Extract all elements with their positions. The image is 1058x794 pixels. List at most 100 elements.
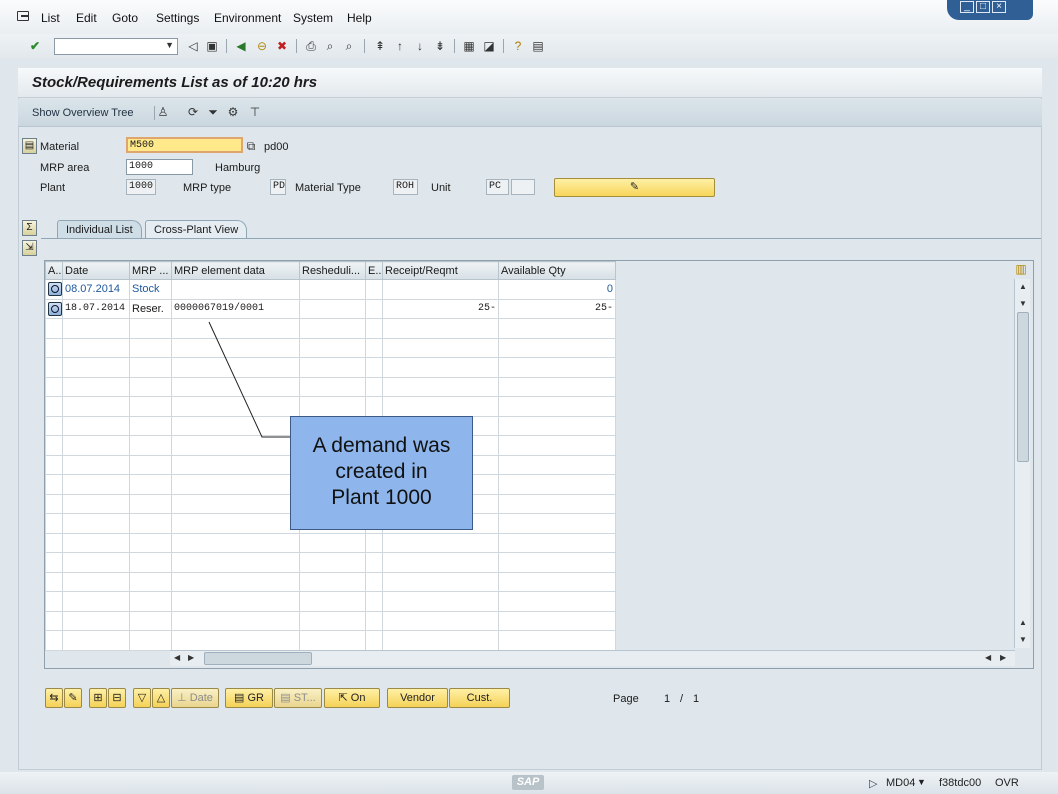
sort-descending-button[interactable]: ▽ — [133, 688, 151, 708]
menu-system[interactable]: System — [293, 11, 333, 25]
exit-icon[interactable]: ⊖ — [255, 39, 269, 53]
menu-help[interactable]: Help — [347, 11, 372, 25]
find-next-icon[interactable]: ⌕ — [342, 39, 356, 53]
scroll-left-icon[interactable]: ◀ — [985, 653, 991, 662]
empty-cell — [365, 552, 383, 573]
horizontal-scrollbar[interactable]: ◀ ▶ ◀ ▶ — [170, 650, 1015, 666]
cancel-icon[interactable]: ✖ — [275, 39, 289, 53]
plant-label: Plant — [40, 182, 66, 194]
toolbar-separator — [364, 39, 365, 53]
shortcut-icon[interactable]: ◪ — [482, 39, 496, 53]
tab-cross-plant-view[interactable]: Cross-Plant View — [145, 220, 248, 239]
scroll-right-icon[interactable]: ▶ — [188, 653, 194, 662]
material-input[interactable]: M500 — [126, 137, 243, 153]
previous-page-icon[interactable]: ↑ — [393, 39, 407, 53]
col-header-receipt-reqmt[interactable]: Receipt/Reqmt — [382, 261, 499, 280]
filter-icon[interactable]: ⏷ — [206, 105, 220, 119]
settings-icon[interactable]: ⚙ — [226, 105, 240, 119]
system-menu-icon[interactable] — [17, 11, 29, 21]
on-button-label: On — [350, 692, 366, 704]
back-icon[interactable]: ◀ — [234, 39, 248, 53]
horizontal-scroll-thumb[interactable] — [204, 652, 312, 665]
vendor-button[interactable]: Vendor — [387, 688, 448, 708]
gr-button[interactable]: ▤ GR — [225, 688, 273, 708]
empty-cell — [45, 571, 63, 592]
first-page-icon[interactable]: ⇞ — [373, 39, 387, 53]
detail-cell[interactable] — [45, 298, 63, 319]
collapse-button[interactable]: ⊟ — [108, 688, 126, 708]
element-data-cell: 0000067019/0001 — [171, 298, 300, 319]
collapse-arrow-icon[interactable]: ◁ — [186, 39, 200, 53]
edit-element-button[interactable]: ✎ — [64, 688, 82, 708]
transaction-dropdown-icon[interactable]: ▼ — [917, 777, 926, 787]
col-header-available-qty[interactable]: Available Qty — [498, 261, 616, 280]
minimize-icon[interactable]: _ — [960, 1, 974, 13]
empty-cell — [62, 337, 130, 358]
menu-list[interactable]: List — [41, 11, 60, 25]
last-page-icon[interactable]: ⇟ — [433, 39, 447, 53]
menu-settings[interactable]: Settings — [156, 11, 199, 25]
empty-cell — [299, 610, 366, 631]
date-button[interactable]: ⊥ Date — [171, 688, 219, 708]
scroll-up-icon[interactable]: ▲ — [1019, 282, 1027, 291]
find-icon[interactable]: ⌕ — [323, 39, 337, 53]
export-icon[interactable]: ⇲ — [22, 240, 37, 256]
empty-cell — [498, 532, 616, 553]
menu-goto[interactable]: Goto — [112, 11, 138, 25]
empty-cell — [45, 318, 63, 339]
refresh-icon[interactable]: ⟳ — [186, 105, 200, 119]
col-header-rescheduling[interactable]: Resheduli... — [299, 261, 366, 280]
vertical-scrollbar[interactable]: ▲ ▼ ▲ ▼ — [1014, 279, 1030, 648]
customer-button[interactable]: Cust. — [449, 688, 510, 708]
mrp-area-input[interactable]: 1000 — [126, 159, 193, 175]
close-window-icon[interactable]: × — [992, 1, 1006, 13]
user-icon[interactable]: ♙ — [156, 105, 170, 119]
new-session-icon[interactable]: ▦ — [462, 39, 476, 53]
scroll-up-icon[interactable]: ▲ — [1019, 618, 1027, 627]
table-row[interactable]: 18.07.2014 Reser. 0000067019/0001 25- 25… — [45, 298, 616, 319]
col-header-mrp[interactable]: MRP ... — [129, 261, 172, 280]
next-page-icon[interactable]: ↓ — [413, 39, 427, 53]
tab-individual-list[interactable]: Individual List — [57, 220, 142, 239]
col-header-mrp-element-data[interactable]: MRP element data — [171, 261, 300, 280]
table-row[interactable]: 08.07.2014 Stock 0 — [45, 279, 616, 300]
vertical-scroll-thumb[interactable] — [1017, 312, 1029, 462]
empty-row — [45, 396, 616, 417]
mrp-type-field: PD — [270, 179, 286, 195]
menu-edit[interactable]: Edit — [76, 11, 97, 25]
command-field[interactable] — [54, 38, 178, 55]
copy-icon[interactable]: ⧉ — [244, 139, 258, 153]
empty-cell — [129, 415, 172, 436]
layout-menu-icon[interactable]: ▤ — [531, 39, 545, 53]
col-header-a[interactable]: A.. — [45, 261, 63, 280]
input-mode[interactable]: OVR — [995, 777, 1019, 789]
detail-cell[interactable] — [45, 279, 63, 300]
expand-button[interactable]: ⊞ — [89, 688, 107, 708]
on-button[interactable]: ⇱ On — [324, 688, 380, 708]
details-icon[interactable] — [48, 301, 62, 316]
st-button[interactable]: ▤ ST... — [274, 688, 322, 708]
help-icon[interactable]: ? — [511, 39, 525, 53]
edit-button[interactable]: ✎ — [554, 178, 715, 197]
layout-icon[interactable]: ⊤ — [248, 105, 262, 119]
show-overview-tree-button[interactable]: Show Overview Tree — [32, 107, 133, 119]
scroll-left-icon[interactable]: ◀ — [174, 653, 180, 662]
select-all-button[interactable]: ⇆ — [45, 688, 63, 708]
print-icon[interactable]: ⎙ — [304, 39, 318, 53]
scroll-right-icon[interactable]: ▶ — [1000, 653, 1006, 662]
sort-ascending-button[interactable]: △ — [152, 688, 170, 708]
empty-cell — [365, 591, 383, 612]
col-header-date[interactable]: Date — [62, 261, 130, 280]
menu-environment[interactable]: Environment — [214, 11, 281, 25]
enter-check-icon[interactable]: ✔ — [28, 39, 42, 53]
header-details-icon[interactable]: ▤ — [22, 138, 37, 154]
save-icon[interactable]: ▣ — [205, 39, 219, 53]
sum-icon[interactable]: Σ — [22, 220, 37, 236]
status-expand-icon[interactable]: ▷ — [869, 777, 877, 790]
scroll-down-icon[interactable]: ▼ — [1019, 635, 1027, 644]
details-icon[interactable] — [48, 282, 62, 297]
col-header-e[interactable]: E.. — [365, 261, 383, 280]
maximize-icon[interactable]: □ — [976, 1, 990, 13]
column-layout-icon[interactable]: ▥ — [1014, 262, 1028, 276]
scroll-down-icon[interactable]: ▼ — [1019, 299, 1027, 308]
